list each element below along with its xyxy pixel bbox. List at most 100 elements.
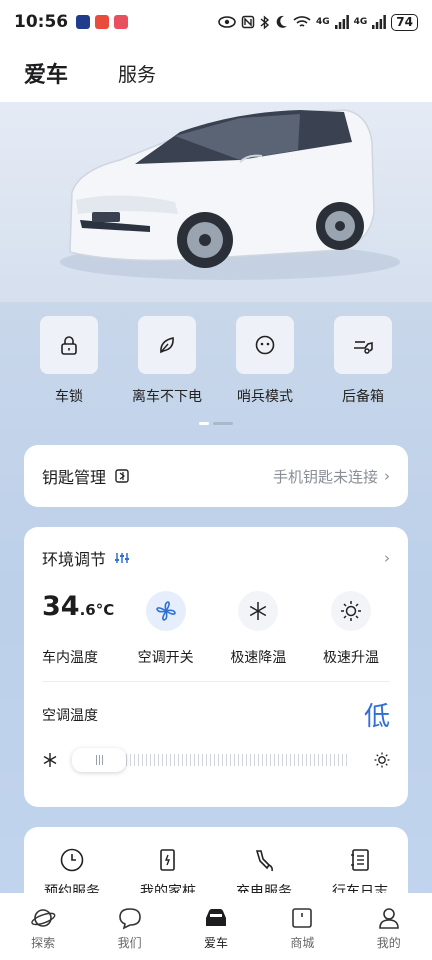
sentry-face-icon xyxy=(255,335,275,355)
quick-action-lock[interactable]: 车锁 xyxy=(20,316,118,406)
bottom-tab-my-car[interactable]: 爱车 xyxy=(181,905,251,960)
page-indicator xyxy=(199,422,233,425)
key-status-text: 手机钥匙未连接 xyxy=(272,467,378,486)
ac-power-label: 空调开关 xyxy=(137,650,194,666)
bluetooth-icon xyxy=(260,14,270,30)
quick-action-label: 哨兵模式 xyxy=(237,389,293,405)
cabin-temp-unit: °C xyxy=(95,601,115,619)
cabin-temperature: 34 .6 °C 车内温度 xyxy=(42,591,114,667)
quick-action-button[interactable] xyxy=(138,316,196,374)
car-hero-image xyxy=(0,102,432,302)
ac-power-button[interactable] xyxy=(145,591,186,631)
cabin-temperature-value: 34 .6 °C xyxy=(42,591,114,631)
tab-my-car[interactable]: 爱车 xyxy=(24,57,68,89)
page-dot-active xyxy=(199,422,209,425)
quick-action-keep-power[interactable]: 离车不下电 xyxy=(118,316,216,406)
battery-indicator: 74 xyxy=(391,13,418,31)
bottom-tab-community[interactable]: 我们 xyxy=(95,905,165,960)
notification-app-icon xyxy=(95,15,110,29)
quick-action-trunk[interactable]: 后备箱 xyxy=(314,316,412,406)
do-not-disturb-moon-icon xyxy=(276,15,287,28)
quick-actions: 车锁 离车不下电 哨兵模式 后备箱 xyxy=(20,316,412,406)
signal-icon xyxy=(334,15,349,29)
rapid-cooling-label: 极速降温 xyxy=(230,650,287,666)
chevron-right-icon: › xyxy=(384,549,390,567)
bottom-tab-store[interactable]: 商城 xyxy=(267,905,337,960)
rapid-heating-label: 极速升温 xyxy=(322,650,379,666)
cold-snowflake-icon xyxy=(43,753,57,767)
logbook-icon xyxy=(351,849,369,871)
quick-action-button[interactable] xyxy=(334,316,392,374)
bottom-tab-profile[interactable]: 我的 xyxy=(354,905,424,960)
notification-app-icon xyxy=(114,15,129,29)
status-time: 10:56 xyxy=(14,12,69,32)
rapid-cooling-control[interactable]: 极速降温 xyxy=(219,591,297,667)
status-bar: 10:56 4G 4G 74 xyxy=(0,0,432,44)
services-row: 预约服务 我的家桩 充电服务 行车日志 xyxy=(24,827,408,901)
quick-action-button[interactable] xyxy=(40,316,98,374)
bottom-tab-label: 探索 xyxy=(31,936,56,950)
environment-header[interactable]: 环境调节 › xyxy=(42,527,390,589)
ac-temperature-slider[interactable] xyxy=(72,746,360,774)
network-type-1: 4G xyxy=(315,17,330,27)
ac-temperature-level: 低 xyxy=(363,702,390,732)
chat-bubble-icon xyxy=(118,908,141,930)
signal-icon xyxy=(372,15,387,29)
ac-power-control[interactable]: 空调开关 xyxy=(127,591,205,667)
rapid-cooling-button[interactable] xyxy=(238,591,279,631)
cabin-temp-label: 车内温度 xyxy=(42,650,98,666)
environment-control-card: 环境调节 › 34 .6 °C 车内温度 空调开关 极速降温 极速升温 空调温度… xyxy=(24,527,408,807)
clock-icon xyxy=(60,848,84,872)
store-icon xyxy=(292,908,313,928)
notification-app-icon xyxy=(76,15,91,29)
fan-icon xyxy=(155,601,176,621)
network-type-2: 4G xyxy=(353,17,368,27)
bottom-tab-label: 爱车 xyxy=(203,936,228,950)
divider xyxy=(42,681,390,682)
ac-temperature-label: 空调温度 xyxy=(42,707,98,724)
bottom-tab-label: 我的 xyxy=(376,936,401,950)
nfc-icon xyxy=(241,15,255,29)
environment-controls: 34 .6 °C 车内温度 空调开关 极速降温 极速升温 xyxy=(42,591,390,667)
planet-icon xyxy=(31,909,56,927)
chevron-right-icon: › xyxy=(384,467,390,485)
charging-pile-icon xyxy=(160,849,175,871)
charging-gun-icon xyxy=(255,850,273,872)
person-icon xyxy=(378,908,399,929)
status-indicators: 4G 4G 74 xyxy=(218,13,418,31)
top-tab-bar: 爱车 服务 xyxy=(0,44,432,102)
rapid-heating-button[interactable] xyxy=(330,591,371,631)
key-management-card[interactable]: 钥匙管理 手机钥匙未连接 › xyxy=(24,445,408,507)
quick-action-sentry[interactable]: 哨兵模式 xyxy=(216,316,314,406)
car-trunk-icon xyxy=(354,341,373,354)
quick-action-label: 离车不下电 xyxy=(132,389,202,405)
ac-temperature-slider-row xyxy=(42,745,390,775)
bottom-tab-label: 我们 xyxy=(117,936,142,950)
tab-services[interactable]: 服务 xyxy=(118,60,156,87)
sun-icon xyxy=(340,601,361,621)
car-icon xyxy=(205,909,226,926)
quick-action-button[interactable] xyxy=(236,316,294,374)
page-dot xyxy=(213,422,233,425)
bottom-tab-label: 商城 xyxy=(290,936,315,950)
adjust-sliders-icon xyxy=(115,553,130,563)
eye-icon xyxy=(218,16,236,28)
snowflake-icon xyxy=(250,602,267,620)
wifi-icon xyxy=(293,16,311,27)
leaf-icon xyxy=(160,337,174,354)
warm-sun-icon xyxy=(374,752,390,768)
slider-thumb[interactable] xyxy=(72,748,126,772)
environment-title: 环境调节 xyxy=(42,550,107,569)
slider-ticks xyxy=(122,754,348,766)
quick-action-label: 车锁 xyxy=(55,389,83,405)
bottom-tab-explore[interactable]: 探索 xyxy=(8,905,78,960)
key-management-title: 钥匙管理 xyxy=(42,468,107,487)
notification-icons xyxy=(76,15,129,29)
quick-action-label: 后备箱 xyxy=(342,389,384,405)
rapid-heating-control[interactable]: 极速升温 xyxy=(312,591,390,667)
ac-temperature-row: 空调温度 低 xyxy=(42,696,390,733)
cabin-temp-integer: 34 xyxy=(42,591,80,622)
cabin-temp-decimal: .6 xyxy=(79,601,96,619)
lock-icon xyxy=(61,336,77,355)
car-illustration xyxy=(60,109,400,280)
